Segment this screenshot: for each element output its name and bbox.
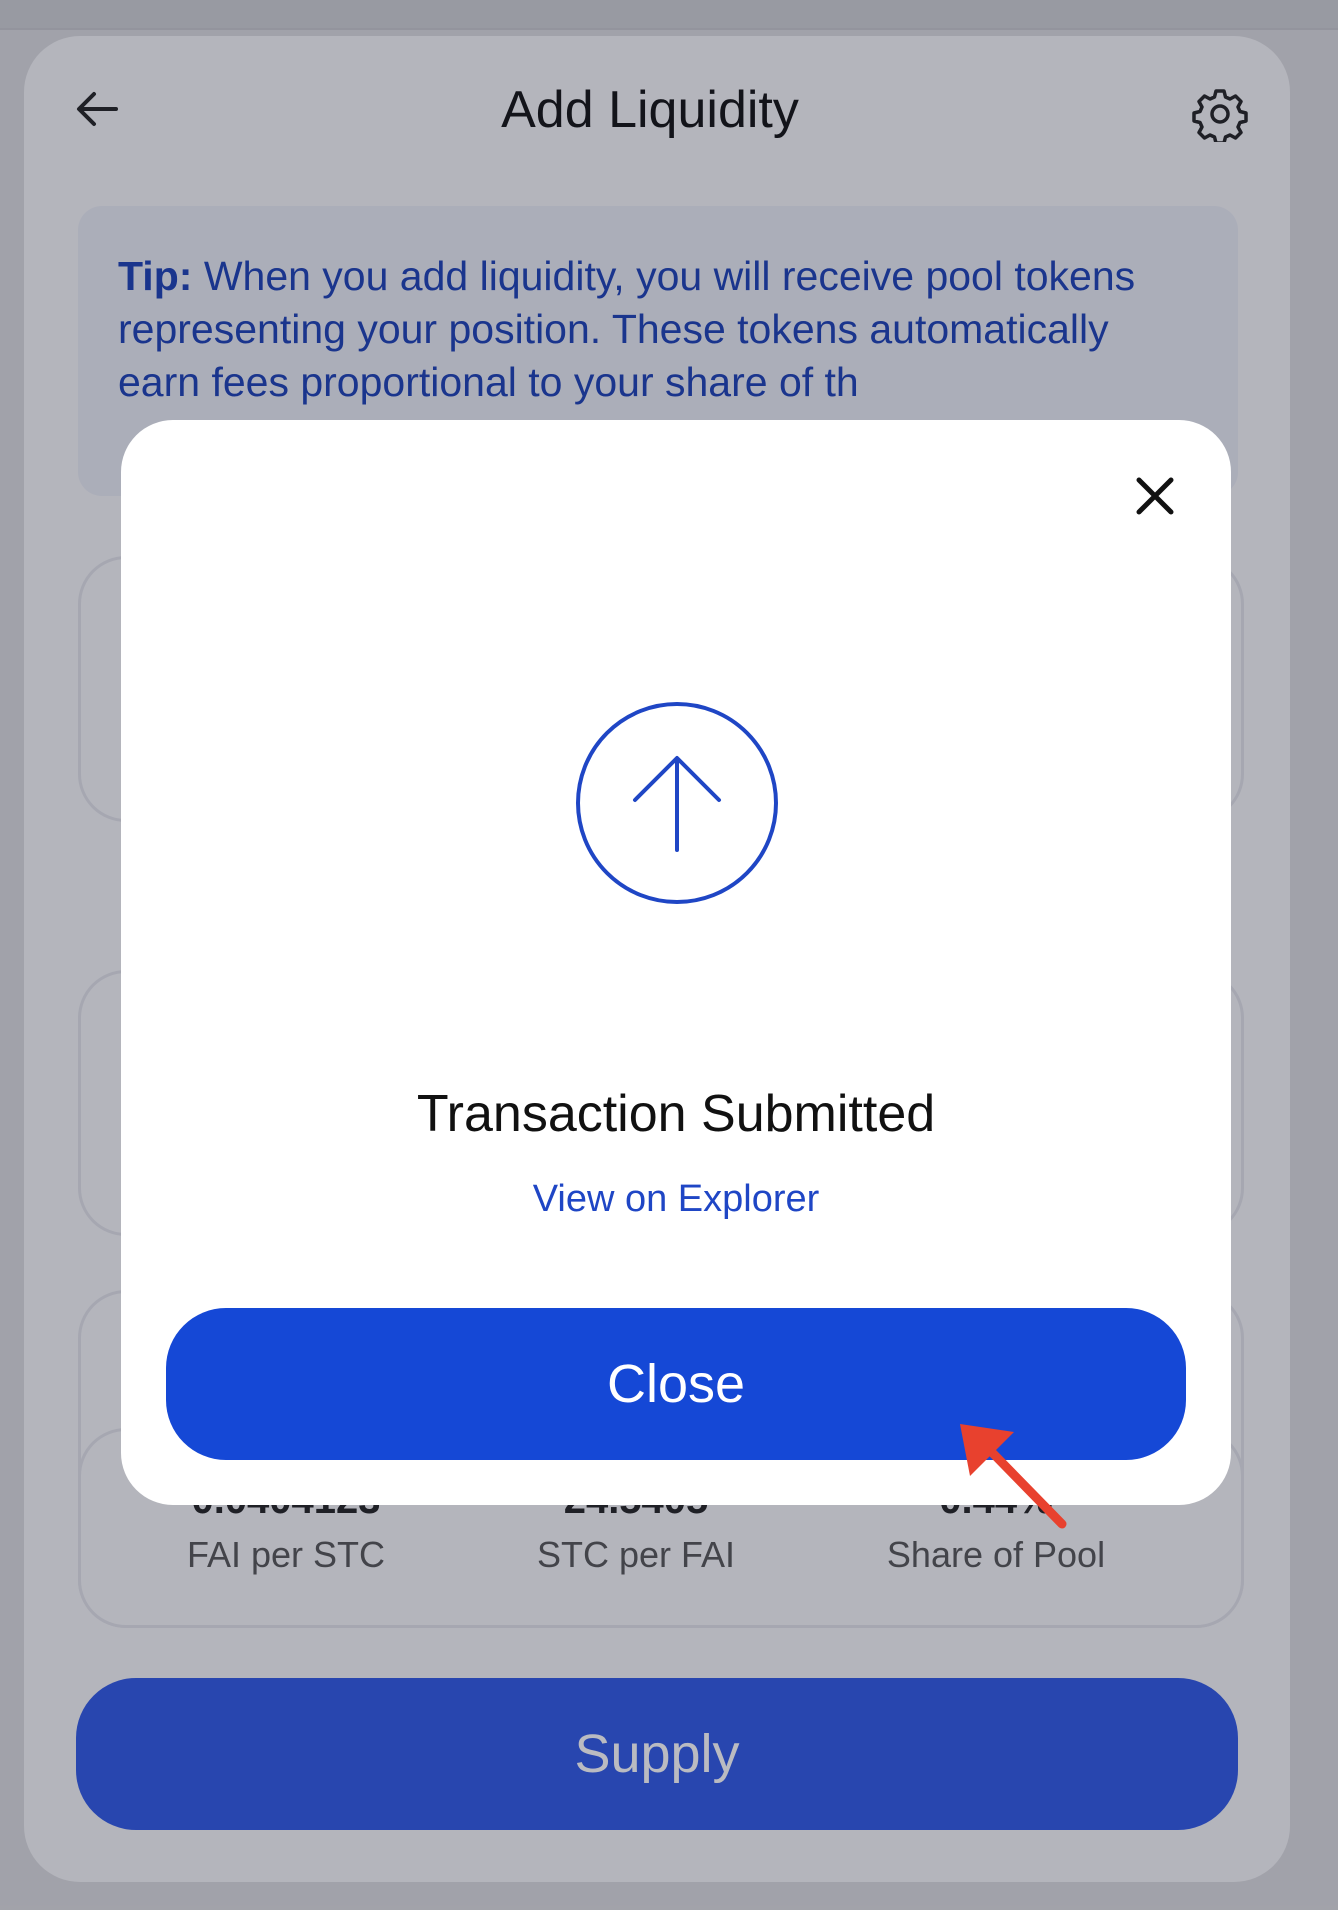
arrow-up-circle-icon: [576, 702, 778, 904]
view-on-explorer-link[interactable]: View on Explorer: [121, 1178, 1231, 1221]
modal-title: Transaction Submitted: [416, 1085, 936, 1143]
close-icon[interactable]: [1131, 472, 1179, 520]
annotation-arrow-icon: [960, 1424, 1067, 1529]
